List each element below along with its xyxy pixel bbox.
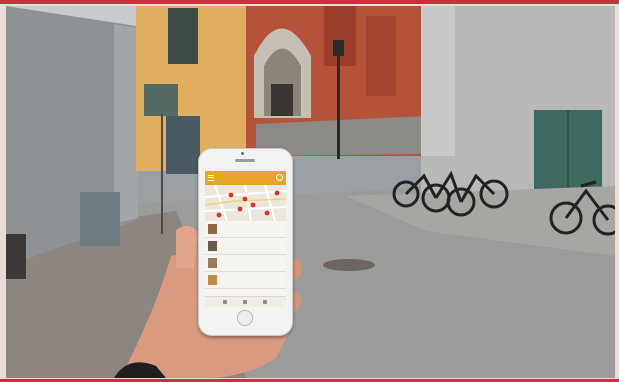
phone-screen xyxy=(205,171,286,307)
list-item[interactable] xyxy=(205,221,286,238)
vent-grille xyxy=(6,234,26,279)
map-pin[interactable] xyxy=(274,190,280,196)
search-icon[interactable] xyxy=(276,174,283,181)
church-tower-window xyxy=(366,16,396,96)
list-item[interactable] xyxy=(205,255,286,272)
tab-bar xyxy=(205,296,286,307)
menu-icon[interactable] xyxy=(208,175,214,181)
places-list xyxy=(205,221,286,289)
map-drawing xyxy=(205,185,286,221)
place-thumbnail xyxy=(208,275,217,285)
smartphone xyxy=(198,148,293,336)
church-door xyxy=(271,84,293,116)
place-thumbnail xyxy=(208,241,217,251)
tab-profile-icon[interactable] xyxy=(263,300,267,304)
photo-frame xyxy=(0,0,619,382)
manhole-cover xyxy=(323,259,375,271)
yellow-building-door xyxy=(166,116,200,174)
tab-list-icon[interactable] xyxy=(243,300,247,304)
right-building-pilaster xyxy=(421,6,455,156)
thumb xyxy=(176,225,198,268)
yellow-building-window xyxy=(168,8,198,64)
map-pin[interactable] xyxy=(237,206,243,212)
map-pin[interactable] xyxy=(242,196,248,202)
home-button[interactable] xyxy=(237,310,253,326)
place-thumbnail xyxy=(208,224,217,234)
app-header xyxy=(205,171,286,185)
street-lamp-post xyxy=(337,54,340,159)
map-view[interactable] xyxy=(205,185,286,221)
map-pin[interactable] xyxy=(250,202,256,208)
sign-pole xyxy=(161,114,163,234)
front-camera xyxy=(241,152,244,155)
list-item[interactable] xyxy=(205,272,286,289)
street-scene xyxy=(6,6,615,378)
utility-box xyxy=(80,192,120,246)
street-sign xyxy=(144,84,178,116)
top-rule xyxy=(0,0,619,4)
map-pin[interactable] xyxy=(264,210,270,216)
street-photo xyxy=(6,6,615,378)
map-pin[interactable] xyxy=(228,192,234,198)
map-pin[interactable] xyxy=(216,212,222,218)
place-thumbnail xyxy=(208,258,217,268)
list-item[interactable] xyxy=(205,238,286,255)
street-lamp-head xyxy=(333,40,344,56)
tab-map-icon[interactable] xyxy=(223,300,227,304)
earpiece xyxy=(235,159,255,162)
